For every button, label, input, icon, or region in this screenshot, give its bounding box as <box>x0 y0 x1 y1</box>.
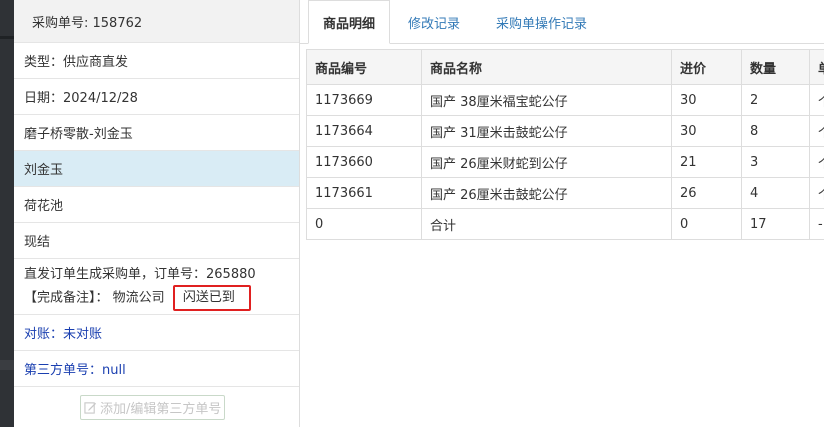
column-header[interactable]: 商品名称 <box>421 49 672 85</box>
add-edit-third-party-button[interactable]: 添加/编辑第三方单号 <box>80 394 226 420</box>
tab-label: 修改记录 <box>408 16 461 32</box>
tab-bar: 商品明细 修改记录 采购单操作记录 <box>300 0 824 44</box>
cell-price: 30 <box>671 84 742 116</box>
location-text: 荷花池 <box>24 199 64 214</box>
customer-name: 磨子桥零散-刘金玉 <box>14 115 299 151</box>
settlement-method-text: 现结 <box>24 235 51 250</box>
tab-product-details[interactable]: 商品明细 <box>308 0 391 44</box>
purchase-order-info-panel: 采购单号: 158762 类型：供应商直发 日期：2024/12/28 磨子桥零… <box>14 0 300 427</box>
note-line-1: 直发订单生成采购单，订单号：265880 <box>24 267 256 282</box>
table-row[interactable]: 1173661 国产 26厘米击鼓蛇公仔 26 4 个 <box>306 177 824 209</box>
product-table-wrapper: 商品编号 商品名称 进价 数量 单 1173669 国产 38厘米福宝蛇公仔 3… <box>306 49 824 240</box>
table-row[interactable]: 1173669 国产 38厘米福宝蛇公仔 30 2 个 <box>306 84 824 116</box>
cell-product-name: 国产 38厘米福宝蛇公仔 <box>421 84 672 116</box>
flash-delivered-highlight: 闪送已到 <box>172 285 251 311</box>
cell-price: 26 <box>671 177 742 209</box>
add-edit-third-party-label: 添加/编辑第三方单号 <box>100 401 222 417</box>
order-type-text: 类型：供应商直发 <box>24 55 129 70</box>
note-line-2: 【完成备注】： 物流公司 闪送已到 <box>24 285 289 311</box>
column-header[interactable]: 单 <box>809 49 824 85</box>
cell-unit: 个 <box>809 177 824 209</box>
third-party-number-text: 第三方单号：null <box>24 363 126 378</box>
edit-icon <box>84 401 97 414</box>
cell-unit: - <box>809 208 824 240</box>
edge-marker <box>0 360 14 370</box>
table-row[interactable]: 1173664 国产 31厘米击鼓蛇公仔 30 8 个 <box>306 115 824 147</box>
tab-operation-records[interactable]: 采购单操作记录 <box>478 0 605 44</box>
cell-quantity: 3 <box>741 146 810 178</box>
column-header[interactable]: 商品编号 <box>306 49 422 85</box>
cell-price: 30 <box>671 115 742 147</box>
order-date-text: 日期：2024/12/28 <box>24 91 138 106</box>
edge-marker <box>0 36 14 39</box>
tab-label: 采购单操作记录 <box>496 16 588 32</box>
content-area: 商品明细 修改记录 采购单操作记录 商品编号 商品名称 进价 数量 单 <box>300 0 824 427</box>
product-table: 商品编号 商品名称 进价 数量 单 1173669 国产 38厘米福宝蛇公仔 3… <box>306 49 824 240</box>
cell-product-name: 国产 26厘米财蛇到公仔 <box>421 146 672 178</box>
order-type: 类型：供应商直发 <box>14 43 299 79</box>
purchase-order-number: 采购单号: 158762 <box>14 0 299 43</box>
third-party-number: 第三方单号：null <box>14 351 299 387</box>
contact-name[interactable]: 刘金玉 <box>14 151 299 187</box>
tab-label: 商品明细 <box>323 16 376 32</box>
note-label: 【完成备注】： <box>24 290 109 306</box>
customer-name-text: 磨子桥零散-刘金玉 <box>24 127 133 142</box>
cell-product-name: 国产 26厘米击鼓蛇公仔 <box>421 177 672 209</box>
note-company: 物流公司 <box>112 290 165 306</box>
left-edge-bar <box>0 0 14 427</box>
cell-product-id: 1173664 <box>306 115 422 147</box>
order-date: 日期：2024/12/28 <box>14 79 299 115</box>
reconcile-status: 对账：未对账 <box>14 315 299 351</box>
cell-unit: 个 <box>809 84 824 116</box>
settlement-method: 现结 <box>14 223 299 259</box>
cell-product-id: 1173660 <box>306 146 422 178</box>
cell-product-name: 国产 31厘米击鼓蛇公仔 <box>421 115 672 147</box>
cell-product-id: 0 <box>306 208 422 240</box>
cell-price: 21 <box>671 146 742 178</box>
tab-modification-records[interactable]: 修改记录 <box>390 0 478 44</box>
column-header[interactable]: 进价 <box>671 49 742 85</box>
cell-product-name: 合计 <box>421 208 672 240</box>
contact-name-text: 刘金玉 <box>24 163 64 178</box>
cell-product-id: 1173661 <box>306 177 422 209</box>
reconcile-status-text: 对账：未对账 <box>24 327 103 342</box>
purchase-order-number-text: 采购单号: 158762 <box>32 15 143 31</box>
location: 荷花池 <box>14 187 299 223</box>
cell-quantity: 4 <box>741 177 810 209</box>
completion-note: 直发订单生成采购单，订单号：265880 【完成备注】： 物流公司 闪送已到 <box>14 259 299 315</box>
cell-unit: 个 <box>809 146 824 178</box>
table-total-row: 0 合计 0 17 - <box>306 208 824 240</box>
table-header-row: 商品编号 商品名称 进价 数量 单 <box>306 49 824 85</box>
cell-product-id: 1173669 <box>306 84 422 116</box>
cell-quantity: 8 <box>741 115 810 147</box>
cell-unit: 个 <box>809 115 824 147</box>
cell-quantity: 2 <box>741 84 810 116</box>
cell-price: 0 <box>671 208 742 240</box>
table-row[interactable]: 1173660 国产 26厘米财蛇到公仔 21 3 个 <box>306 146 824 178</box>
cell-quantity: 17 <box>741 208 810 240</box>
add-button-row: 添加/编辑第三方单号 <box>14 387 299 427</box>
column-header[interactable]: 数量 <box>741 49 810 85</box>
